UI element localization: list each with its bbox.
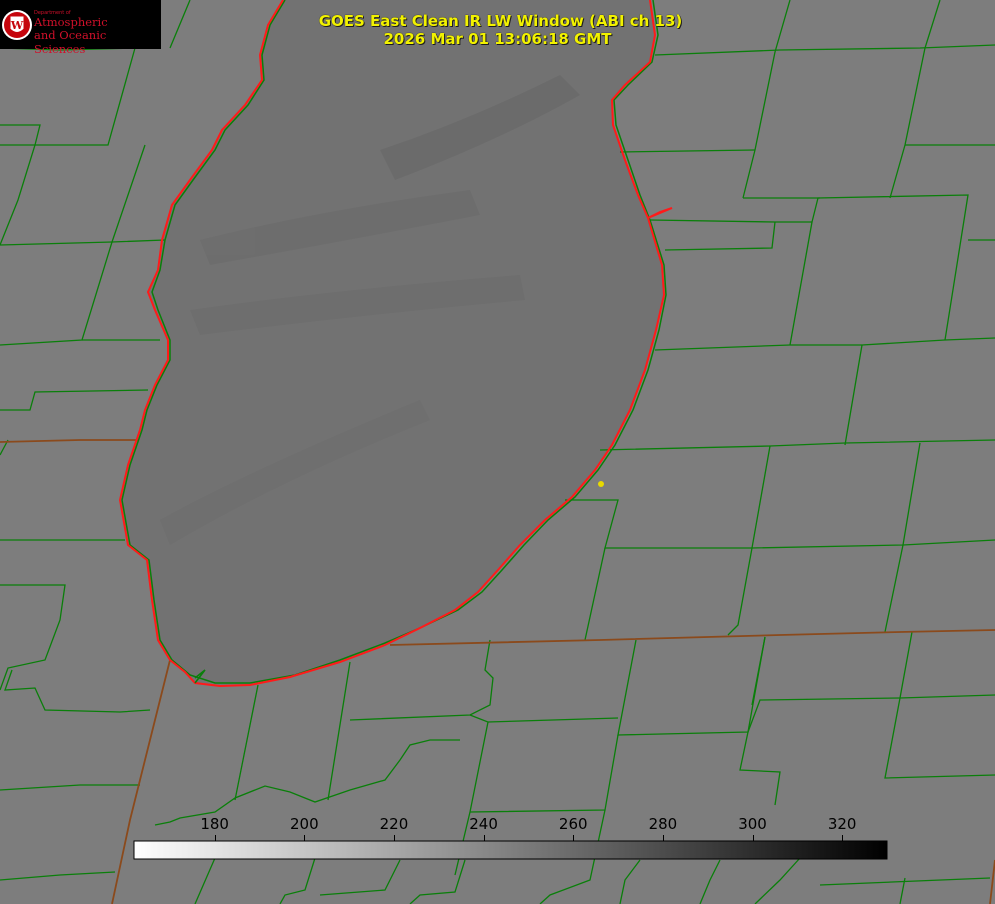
colorbar-tick-label: 200 bbox=[289, 815, 319, 833]
colorbar-tick bbox=[483, 835, 485, 841]
timestamp-title: 2026 Mar 01 13:06:18 GMT bbox=[383, 30, 612, 48]
colorbar-tick bbox=[214, 835, 216, 841]
product-title: GOES East Clean IR LW Window (ABI ch 13) bbox=[318, 12, 683, 30]
colorbar-tick-label: 240 bbox=[469, 815, 498, 833]
colorbar-gradient bbox=[133, 840, 888, 860]
colorbar-tick bbox=[752, 835, 754, 841]
colorbar-tick bbox=[304, 835, 306, 841]
colorbar-tick bbox=[842, 835, 844, 841]
colorbar-tick-label: 320 bbox=[827, 815, 857, 833]
colorbar-tick-label: 180 bbox=[200, 815, 229, 833]
colorbar-tick-label: 220 bbox=[379, 815, 409, 833]
colorbar-tick bbox=[662, 835, 664, 841]
colorbar-tick bbox=[573, 835, 575, 841]
satellite-map-view: W Department of Atmospheric and Oceanic … bbox=[0, 0, 995, 904]
map-canvas bbox=[0, 0, 995, 904]
station-marker bbox=[598, 481, 604, 487]
colorbar-tick bbox=[393, 835, 395, 841]
colorbar-tick-label: 260 bbox=[558, 815, 588, 833]
colorbar-tick-label: 280 bbox=[648, 815, 678, 833]
colorbar-tick-label: 300 bbox=[738, 815, 767, 833]
